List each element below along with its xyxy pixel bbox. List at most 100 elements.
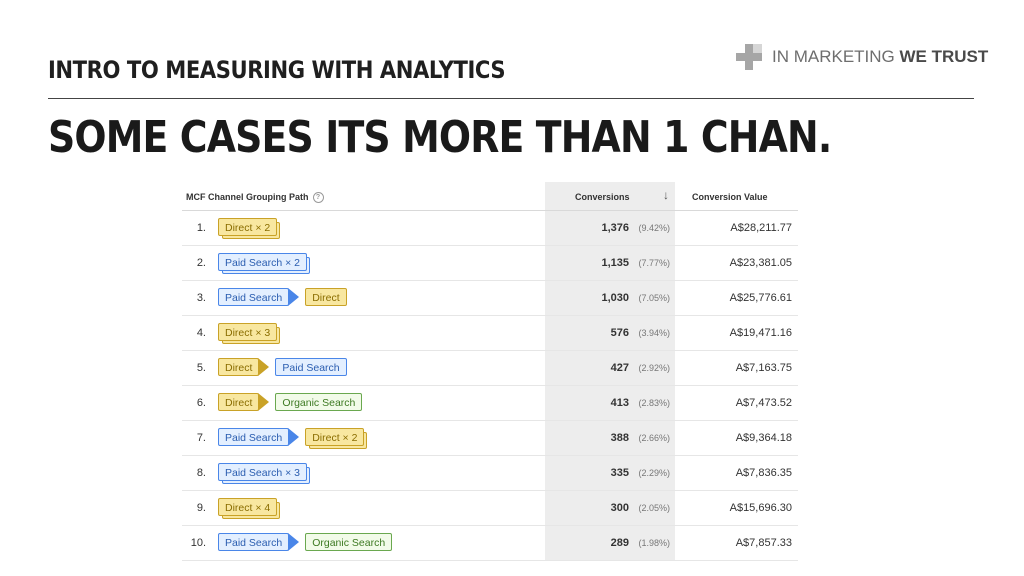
conversions-percent: (2.66%) [638,433,670,443]
row-number: 2. [196,257,206,269]
channel-path: Direct × 2 [218,218,283,239]
conversions-value: 576 [610,327,629,339]
conversions-cell: 1,030 (7.05%) [545,281,675,315]
row-number: 6. [196,397,206,409]
conversions-percent: (7.77%) [638,258,670,268]
channel-chip-paid-search[interactable]: Paid Search × 2 [218,253,311,274]
table-row: 8. Paid Search × 3 335 (2.29%) A$7,836.3… [182,456,798,491]
conversions-cell: 335 (2.29%) [545,456,675,490]
conversions-value: 1,135 [601,257,629,269]
conversions-percent: (3.94%) [638,328,670,338]
conversions-cell: 413 (2.83%) [545,386,675,420]
channel-chip-direct[interactable]: Direct × 2 [218,218,281,239]
channel-path: Direct Organic Search [218,393,363,411]
channel-path: Direct × 4 [218,498,283,519]
channel-chip-direct[interactable]: Direct × 4 [218,498,281,519]
conversions-value: 335 [610,467,629,479]
path-arrow-icon [258,393,271,411]
brand-text: IN MARKETING WE TRUST [772,47,989,66]
channel-chip-organic-search[interactable]: Organic Search [275,393,363,411]
row-number: 8. [196,467,206,479]
conversions-percent: (7.05%) [638,293,670,303]
conversions-percent: (1.98%) [638,538,670,548]
row-number: 4. [196,327,206,339]
channel-path: Paid Search Direct [218,288,347,306]
conversions-percent: (2.05%) [638,503,670,513]
channel-chip-direct[interactable]: Direct [218,393,260,411]
conversions-cell: 388 (2.66%) [545,421,675,455]
conversions-cell: 1,135 (7.77%) [545,246,675,280]
conversion-value: A$25,776.61 [729,292,792,304]
conversion-value: A$7,836.35 [735,467,792,479]
conversions-value: 1,030 [601,292,629,304]
channel-path: Paid Search × 3 [218,463,313,484]
conversions-cell: 576 (3.94%) [545,316,675,350]
column-header-conversions[interactable]: Conversions ↓ [545,182,675,210]
row-number: 10. [190,537,206,549]
row-number: 9. [196,502,206,514]
path-arrow-icon [288,288,301,306]
row-number: 7. [196,432,206,444]
slide-headline: SOME CASES ITS MORE THAN 1 CHAN. [48,112,832,163]
channel-path: Direct Paid Search [218,358,347,376]
table-row: 2. Paid Search × 2 1,135 (7.77%) A$23,38… [182,246,798,281]
channel-path: Paid Search Organic Search [218,533,393,551]
channel-chip-organic-search[interactable]: Organic Search [305,533,393,551]
help-icon[interactable]: ? [312,192,324,204]
channel-chip-paid-search[interactable]: Paid Search [218,288,290,306]
slide-subtitle: INTRO TO MEASURING WITH ANALYTICS [48,56,506,84]
channel-chip-direct[interactable]: Direct [218,358,260,376]
path-arrow-icon [288,428,301,446]
table-row: 3. Paid Search Direct 1,030 (7.05%) A$25,… [182,281,798,316]
table-row: 7. Paid Search Direct × 2 388 (2.66%) A$9… [182,421,798,456]
path-arrow-icon [258,358,271,376]
conversion-value: A$28,211.77 [730,222,792,234]
channel-chip-direct[interactable]: Direct [305,288,347,306]
divider-rule [48,98,974,99]
channel-path: Paid Search Direct × 2 [218,428,370,449]
conversions-value: 413 [610,397,629,409]
conversion-value: A$15,696.30 [729,502,792,514]
path-arrow-icon [288,533,301,551]
conversion-value: A$23,381.05 [729,257,792,269]
conversions-cell: 427 (2.92%) [545,351,675,385]
conversions-value: 300 [610,502,629,514]
plus-logo-icon [736,44,762,70]
row-number: 3. [196,292,206,304]
mcf-table: MCF Channel Grouping Path? Conversions ↓… [182,182,798,561]
conversions-value: 1,376 [601,222,629,234]
channel-chip-direct[interactable]: Direct × 3 [218,323,281,344]
channel-path: Paid Search × 2 [218,253,313,274]
table-row: 5. Direct Paid Search 427 (2.92%) A$7,163… [182,351,798,386]
conversions-value: 427 [610,362,629,374]
channel-chip-paid-search[interactable]: Paid Search × 3 [218,463,311,484]
table-row: 4. Direct × 3 576 (3.94%) A$19,471.16 [182,316,798,351]
channel-chip-paid-search[interactable]: Paid Search [218,428,290,446]
conversions-cell: 1,376 (9.42%) [545,211,675,245]
channel-chip-paid-search[interactable]: Paid Search [218,533,290,551]
conversions-cell: 300 (2.05%) [545,491,675,525]
row-number: 5. [196,362,206,374]
conversion-value: A$19,471.16 [729,327,792,339]
conversion-value: A$7,473.52 [735,397,792,409]
table-row: 9. Direct × 4 300 (2.05%) A$15,696.30 [182,491,798,526]
conversion-value: A$9,364.18 [735,432,792,444]
brand-logo: IN MARKETING WE TRUST [736,44,988,70]
row-number: 1. [196,222,206,234]
channel-chip-paid-search[interactable]: Paid Search [275,358,347,376]
table-row: 6. Direct Organic Search 413 (2.83%) A$7,… [182,386,798,421]
channel-chip-direct[interactable]: Direct × 2 [305,428,368,449]
table-row: 10. Paid Search Organic Search 289 (1.98%… [182,526,798,561]
conversions-value: 388 [610,432,629,444]
column-header-value[interactable]: Conversion Value [692,192,768,202]
channel-path: Direct × 3 [218,323,283,344]
table-row: 1. Direct × 2 1,376 (9.42%) A$28,211.77 [182,211,798,246]
column-header-path[interactable]: MCF Channel Grouping Path? [186,192,324,204]
conversions-percent: (9.42%) [638,223,670,233]
conversion-value: A$7,857.33 [735,537,792,549]
table-header: MCF Channel Grouping Path? Conversions ↓… [182,182,798,211]
conversions-percent: (2.92%) [638,363,670,373]
sort-down-arrow-icon[interactable]: ↓ [663,188,669,202]
conversion-value: A$7,163.75 [735,362,792,374]
conversions-value: 289 [610,537,629,549]
